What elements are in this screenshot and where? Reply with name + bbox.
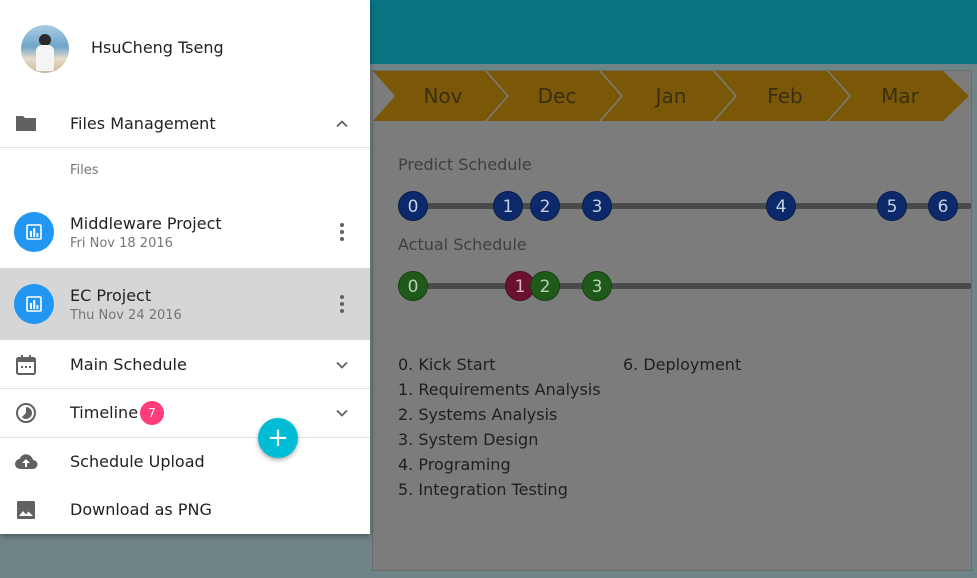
project-item-ec[interactable]: EC Project Thu Nov 24 2016 bbox=[0, 268, 370, 340]
avatar-person-body bbox=[36, 45, 54, 71]
predict-marker[interactable]: 4 bbox=[766, 191, 796, 221]
timelapse-icon bbox=[16, 403, 36, 423]
month-label-jan: Jan bbox=[655, 84, 687, 108]
timeline-count-badge: 7 bbox=[140, 401, 164, 425]
predict-marker[interactable]: 1 bbox=[493, 191, 523, 221]
predict-marker[interactable]: 0 bbox=[398, 191, 428, 221]
predict-schedule-label: Predict Schedule bbox=[398, 155, 532, 174]
legend-item: 3. System Design bbox=[398, 430, 539, 449]
actual-marker[interactable]: 0 bbox=[398, 271, 428, 301]
timeline-label: Timeline bbox=[70, 403, 139, 422]
chevron-down-icon[interactable] bbox=[332, 355, 352, 375]
schedule-upload-item[interactable]: Schedule Upload bbox=[0, 438, 370, 486]
month-label-feb: Feb bbox=[767, 84, 803, 108]
legend-item: 4. Programing bbox=[398, 455, 511, 474]
image-icon bbox=[17, 501, 35, 519]
month-label-nov: Nov bbox=[423, 84, 463, 108]
month-label-mar: Mar bbox=[881, 84, 919, 108]
main-schedule-menu[interactable]: Main Schedule bbox=[0, 340, 370, 388]
timeline-menu[interactable]: Timeline bbox=[0, 389, 370, 437]
actual-schedule-track bbox=[413, 283, 971, 289]
cloud-upload-icon bbox=[15, 454, 38, 469]
phase-legend-col2: 6. Deployment bbox=[623, 352, 741, 377]
month-label-dec: Dec bbox=[537, 84, 577, 108]
navigation-drawer: HsuCheng Tseng Files Management Files Mi… bbox=[0, 0, 370, 534]
legend-item: 2. Systems Analysis bbox=[398, 405, 558, 424]
actual-marker[interactable]: 3 bbox=[582, 271, 612, 301]
main-schedule-label: Main Schedule bbox=[70, 355, 187, 374]
actual-schedule-label: Actual Schedule bbox=[398, 235, 527, 254]
actual-marker[interactable]: 2 bbox=[530, 271, 560, 301]
calendar-icon bbox=[16, 355, 36, 375]
add-fab-button[interactable]: + bbox=[258, 418, 298, 458]
schedule-upload-label: Schedule Upload bbox=[70, 452, 205, 471]
project-name: EC Project bbox=[70, 286, 152, 305]
chevron-down-icon[interactable] bbox=[332, 403, 352, 423]
more-vert-icon[interactable] bbox=[333, 220, 351, 244]
legend-item: 0. Kick Start bbox=[398, 355, 496, 374]
legend-item: 6. Deployment bbox=[623, 355, 742, 374]
divider bbox=[0, 147, 370, 148]
month-timeline: Nov Dec Jan Feb Mar bbox=[373, 71, 971, 121]
download-png-label: Download as PNG bbox=[70, 500, 212, 519]
folder-icon bbox=[16, 116, 36, 131]
project-date: Fri Nov 18 2016 bbox=[70, 236, 173, 251]
bar-chart-icon bbox=[14, 284, 54, 324]
predict-marker[interactable]: 3 bbox=[582, 191, 612, 221]
chevron-up-icon[interactable] bbox=[332, 114, 352, 134]
files-sublabel: Files bbox=[70, 163, 99, 178]
schedule-panel: Nov Dec Jan Feb Mar Predict Schedule 0 1… bbox=[372, 70, 972, 571]
files-management-menu[interactable]: Files Management bbox=[0, 100, 370, 147]
add-icon: + bbox=[267, 423, 289, 453]
predict-marker[interactable]: 6 bbox=[928, 191, 958, 221]
project-date: Thu Nov 24 2016 bbox=[70, 308, 182, 323]
project-item-middleware[interactable]: Middleware Project Fri Nov 18 2016 bbox=[0, 196, 370, 268]
legend-item: 1. Requirements Analysis bbox=[398, 380, 601, 399]
more-vert-icon[interactable] bbox=[333, 292, 351, 316]
predict-marker[interactable]: 5 bbox=[877, 191, 907, 221]
download-png-item[interactable]: Download as PNG bbox=[0, 486, 370, 534]
predict-marker[interactable]: 2 bbox=[530, 191, 560, 221]
avatar[interactable] bbox=[21, 25, 69, 73]
legend-item: 5. Integration Testing bbox=[398, 480, 568, 499]
files-management-label: Files Management bbox=[70, 114, 216, 133]
bar-chart-icon bbox=[14, 212, 54, 252]
project-name: Middleware Project bbox=[70, 214, 222, 233]
phase-legend-col1: 0. Kick Start 1. Requirements Analysis 2… bbox=[398, 352, 601, 502]
user-name: HsuCheng Tseng bbox=[91, 38, 224, 57]
